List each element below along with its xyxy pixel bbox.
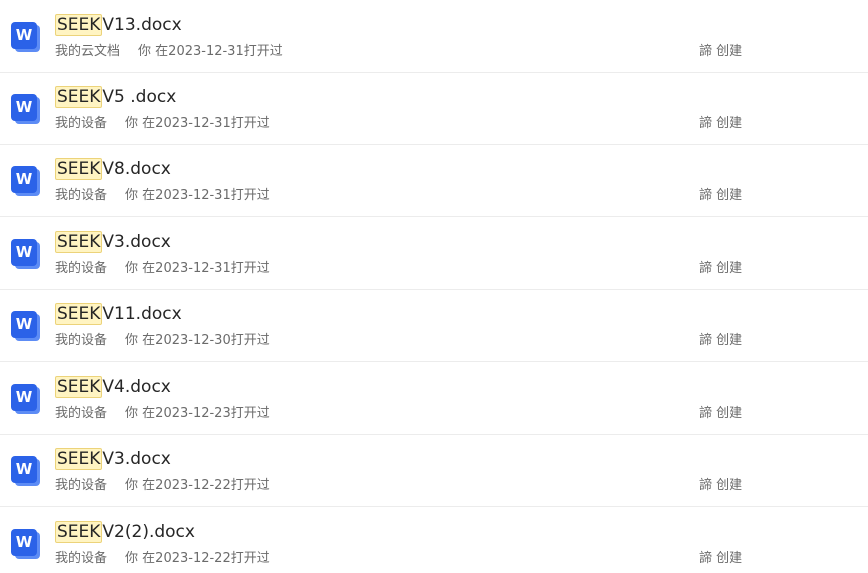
search-highlight: SEEK (55, 303, 103, 325)
opened-by: 你 (125, 188, 139, 203)
search-highlight: SEEK (55, 158, 103, 180)
opened-time: 在2023-12-22打开过 (142, 478, 270, 493)
file-meta: 我的设备 你 在2023-12-22打开过 (55, 476, 270, 496)
word-doc-icon: W (11, 94, 40, 124)
search-highlight: SEEK (55, 521, 103, 543)
search-highlight: SEEK (55, 376, 103, 398)
file-row[interactable]: W SEEK V8.docx 我的设备 你 在2023-12-31打开过 諦 创建 (0, 145, 868, 217)
word-doc-icon: W (11, 22, 40, 52)
file-creator: 諦 创建 (699, 116, 743, 131)
file-name-rest: V2(2).docx (102, 522, 195, 542)
file-row[interactable]: W SEEK V13.docx 我的云文档 你 在2023-12-31打开过 諦 创… (0, 1, 868, 73)
file-name-rest: V13.docx (102, 15, 182, 35)
file-location: 我的设备 (55, 551, 108, 566)
file-name[interactable]: SEEK V2(2).docx (55, 520, 195, 545)
opened-time: 在2023-12-31打开过 (142, 116, 270, 131)
file-creator: 諦 创建 (699, 478, 743, 493)
file-row[interactable]: W SEEK V3.docx 我的设备 你 在2023-12-31打开过 諦 创建 (0, 218, 868, 290)
opened-time: 在2023-12-23打开过 (142, 406, 270, 421)
file-location: 我的设备 (55, 116, 108, 131)
opened-time: 在2023-12-31打开过 (142, 188, 270, 203)
opened-by: 你 (125, 478, 139, 493)
file-creator: 諦 创建 (699, 551, 743, 566)
file-row[interactable]: W SEEK V11.docx 我的设备 你 在2023-12-30打开过 諦 创建 (0, 290, 868, 362)
file-meta: 我的设备 你 在2023-12-31打开过 (55, 259, 270, 279)
file-creator: 諦 创建 (699, 333, 743, 348)
file-meta: 我的云文档 你 在2023-12-31打开过 (55, 42, 283, 62)
file-row[interactable]: W SEEK V5 .docx 我的设备 你 在2023-12-31打开过 諦 创建 (0, 73, 868, 145)
word-doc-icon: W (11, 166, 40, 196)
word-doc-icon: W (11, 311, 40, 341)
file-name-rest: V3.docx (102, 232, 171, 252)
opened-by: 你 (125, 116, 139, 131)
file-name[interactable]: SEEK V3.docx (55, 230, 171, 255)
file-name[interactable]: SEEK V8.docx (55, 157, 171, 182)
file-row[interactable]: W SEEK V3.docx 我的设备 你 在2023-12-22打开过 諦 创建 (0, 435, 868, 507)
file-name[interactable]: SEEK V5 .docx (55, 85, 176, 110)
file-row[interactable]: W SEEK V4.docx 我的设备 你 在2023-12-23打开过 諦 创建 (0, 363, 868, 435)
file-name[interactable]: SEEK V3.docx (55, 447, 171, 472)
file-location: 我的云文档 (55, 44, 121, 59)
file-meta: 我的设备 你 在2023-12-30打开过 (55, 331, 270, 351)
file-name-rest: V8.docx (102, 159, 171, 179)
search-highlight: SEEK (55, 86, 103, 108)
opened-time: 在2023-12-31打开过 (142, 261, 270, 276)
file-location: 我的设备 (55, 188, 108, 203)
file-location: 我的设备 (55, 333, 108, 348)
file-name[interactable]: SEEK V4.docx (55, 375, 171, 400)
file-meta: 我的设备 你 在2023-12-23打开过 (55, 404, 270, 424)
file-name-rest: V3.docx (102, 449, 171, 469)
word-doc-icon: W (11, 529, 40, 559)
file-location: 我的设备 (55, 406, 108, 421)
file-meta: 我的设备 你 在2023-12-31打开过 (55, 186, 270, 206)
file-list: W SEEK V13.docx 我的云文档你 在2023-12-31打开过 諦 创… (0, 0, 868, 573)
file-creator: 諦 创建 (699, 261, 743, 276)
file-creator: 諦 创建 (699, 188, 743, 203)
file-location: 我的设备 (55, 478, 108, 493)
file-name[interactable]: SEEK V13.docx (55, 13, 182, 38)
opened-by: 你 (125, 551, 139, 566)
file-creator: 諦 创建 (699, 406, 743, 421)
word-doc-icon: W (11, 384, 40, 414)
search-highlight: SEEK (55, 231, 103, 253)
file-location: 我的设备 (55, 261, 108, 276)
file-name-rest: V4.docx (102, 377, 171, 397)
opened-by: 你 (125, 261, 139, 276)
opened-by: 你 (125, 333, 139, 348)
file-row[interactable]: W SEEK V2(2).docx 我的设备 你 在2023-12-22打开过 諦 … (0, 508, 868, 573)
opened-by: 你 (125, 406, 139, 421)
opened-time: 在2023-12-22打开过 (142, 551, 270, 566)
opened-by: 你 (138, 44, 152, 59)
file-name[interactable]: SEEK V11.docx (55, 302, 182, 327)
opened-time: 在2023-12-31打开过 (155, 44, 283, 59)
word-doc-icon: W (11, 239, 40, 269)
file-meta: 我的设备 你 在2023-12-22打开过 (55, 549, 270, 569)
file-name-rest: V5 .docx (102, 87, 177, 107)
file-creator: 諦 创建 (699, 44, 743, 59)
file-meta: 我的设备 你 在2023-12-31打开过 (55, 114, 270, 134)
file-name-rest: V11.docx (102, 304, 182, 324)
search-highlight: SEEK (55, 14, 103, 36)
search-highlight: SEEK (55, 448, 103, 470)
opened-time: 在2023-12-30打开过 (142, 333, 270, 348)
word-doc-icon: W (11, 456, 40, 486)
